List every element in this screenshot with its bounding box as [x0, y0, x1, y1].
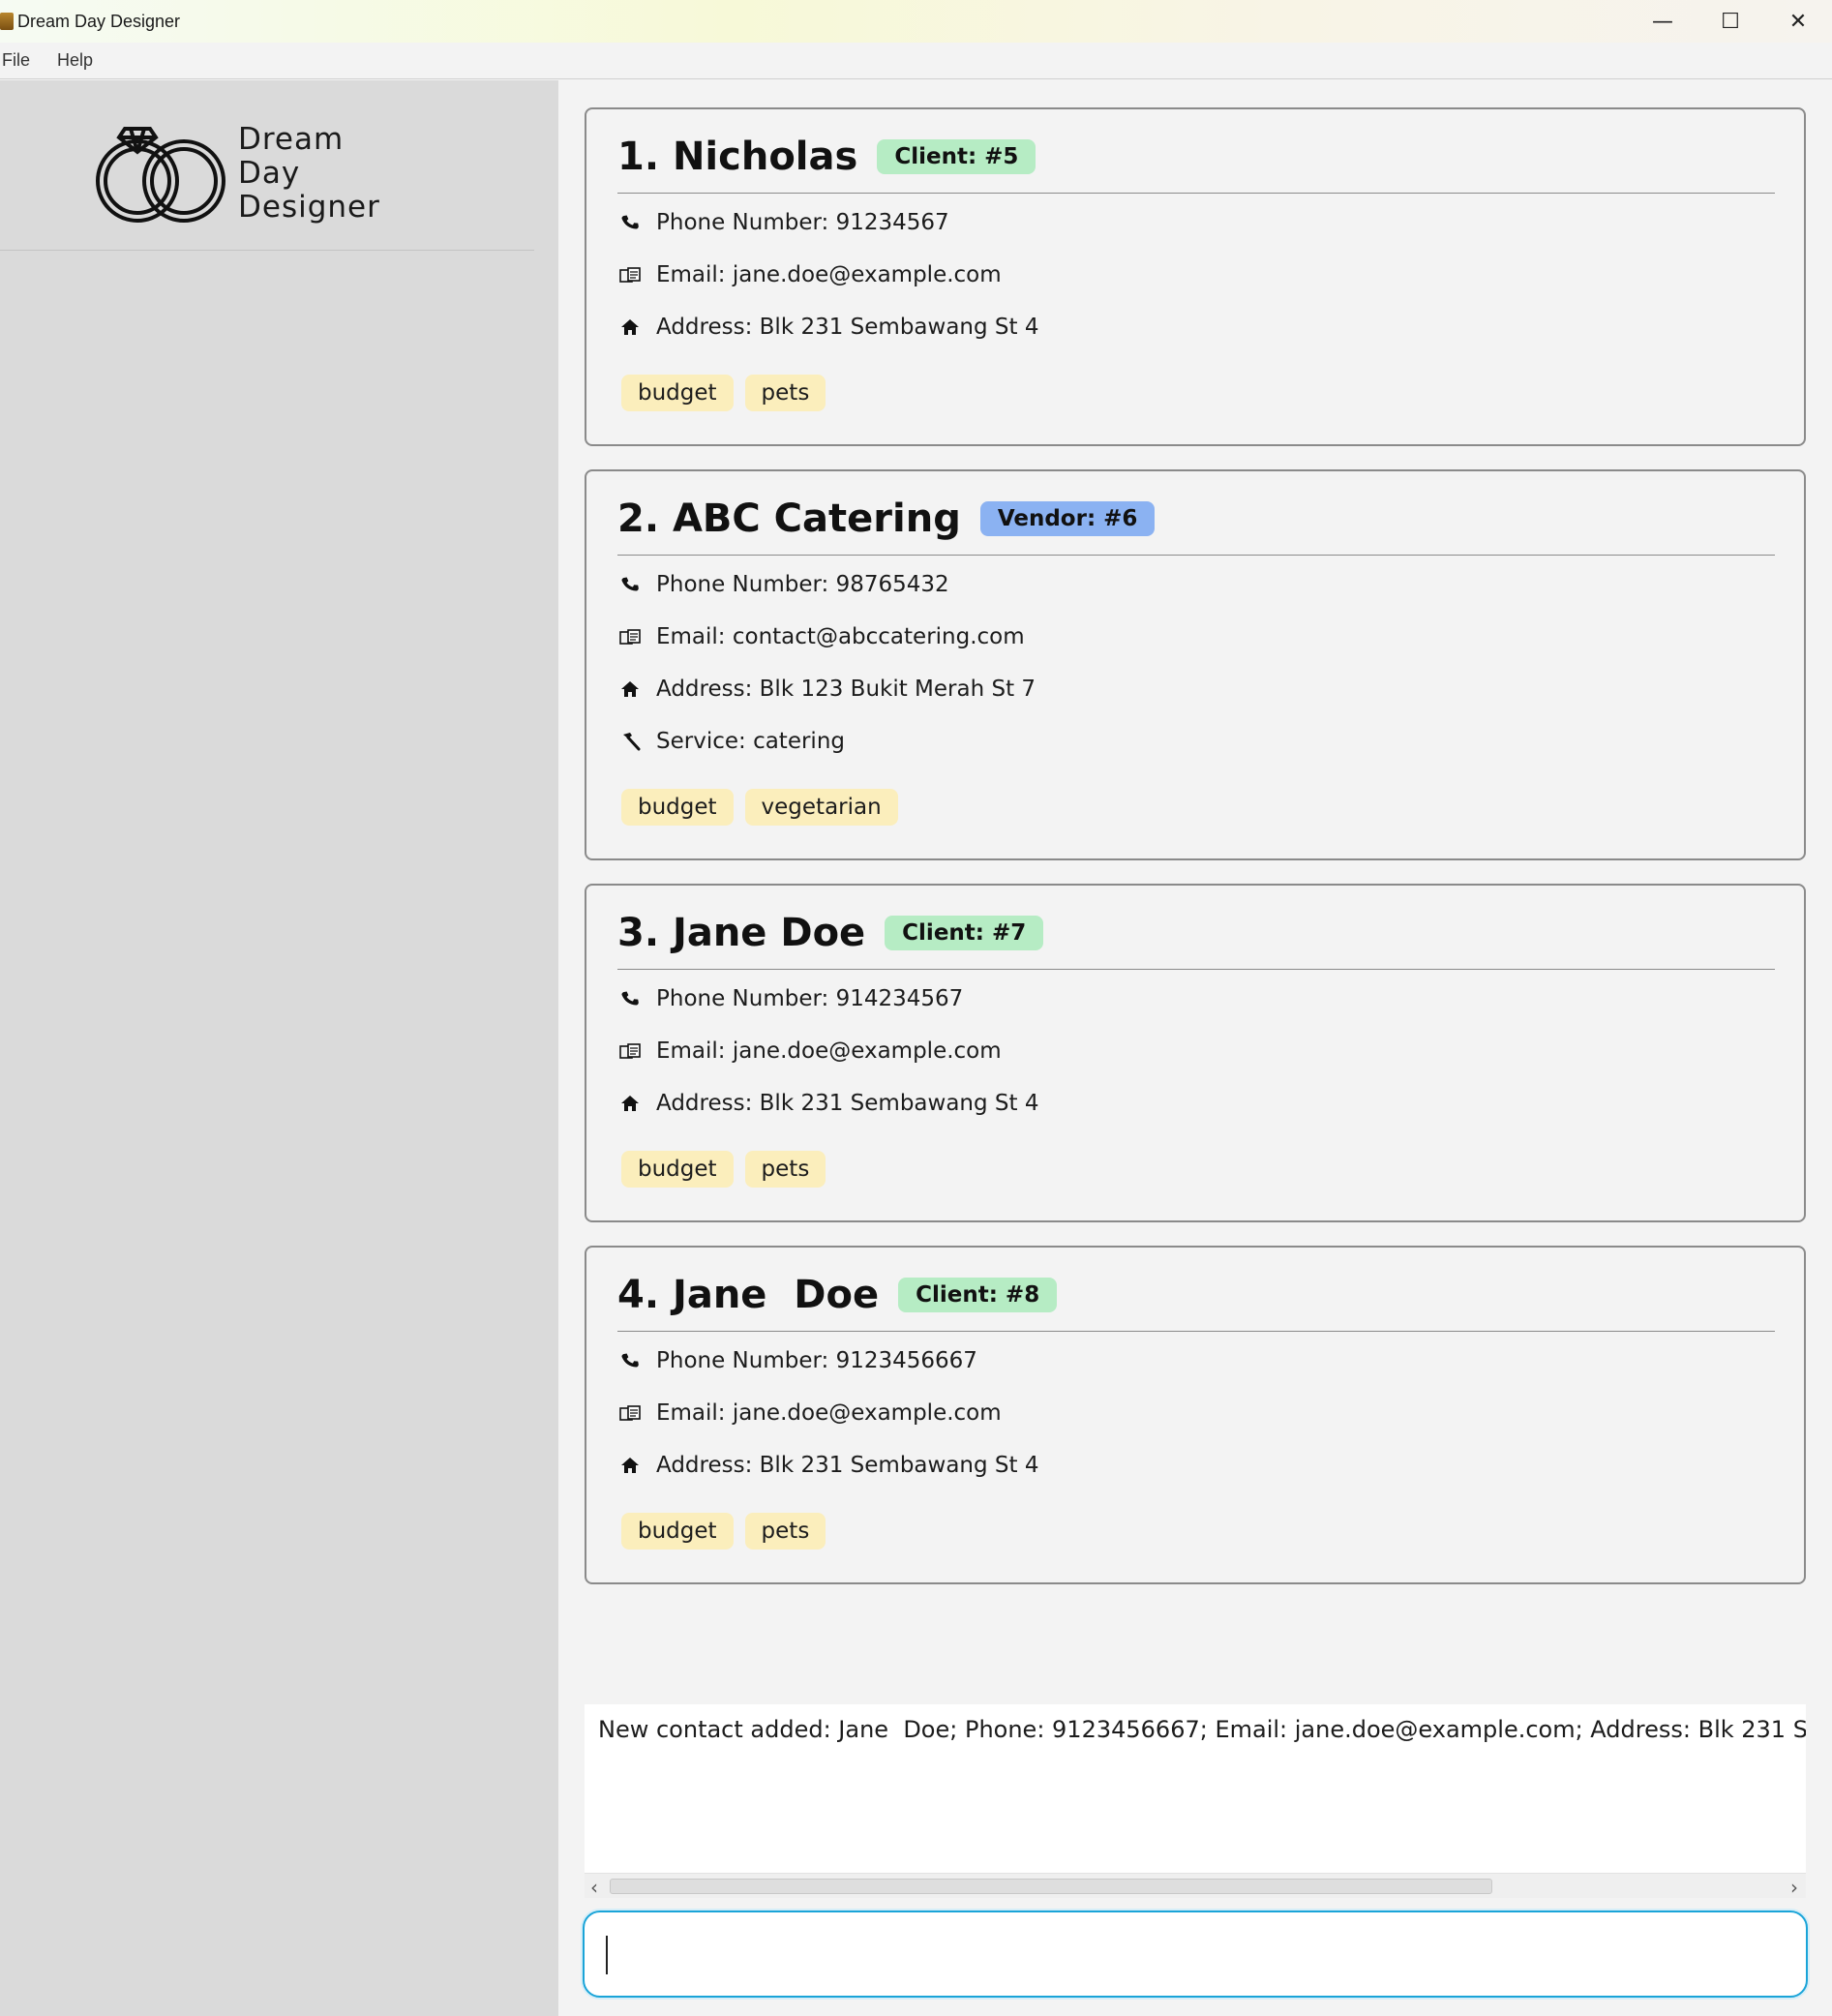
home-icon	[619, 316, 641, 338]
address-text: Address: Blk 123 Bukit Merah St 7	[656, 677, 1036, 702]
contact-name: 3. Jane Doe	[617, 911, 866, 955]
menu-help[interactable]: Help	[57, 50, 93, 71]
tag-list: budget pets	[621, 1151, 837, 1188]
scroll-right-icon[interactable]: ›	[1790, 1876, 1798, 1899]
logo-line-1: Dream	[238, 122, 345, 157]
card-header: 1. Nicholas Client: #5	[617, 135, 1036, 179]
card-divider	[617, 1331, 1775, 1332]
phone-icon	[619, 988, 641, 1009]
scroll-left-icon[interactable]: ‹	[590, 1876, 598, 1899]
phone-field: Phone Number: 914234567	[619, 986, 963, 1011]
email-field: Email: jane.doe@example.com	[619, 262, 1002, 287]
app-logo: Dream Day Designer	[95, 115, 385, 231]
rings-logo-icon	[96, 127, 225, 223]
menu-bar: File Help	[0, 43, 1832, 79]
email-text: Email: jane.doe@example.com	[656, 1038, 1002, 1064]
tag-list: budget pets	[621, 375, 837, 411]
email-icon	[619, 1040, 641, 1062]
address-field: Address: Blk 231 Sembawang St 4	[619, 1453, 1038, 1478]
phone-text: Phone Number: 914234567	[656, 986, 964, 1011]
email-text: Email: jane.doe@example.com	[656, 1400, 1002, 1426]
contact-card[interactable]: 3. Jane Doe Client: #7 Phone Number: 914…	[585, 884, 1806, 1222]
home-icon	[619, 1093, 641, 1114]
address-field: Address: Blk 231 Sembawang St 4	[619, 1091, 1038, 1116]
contact-card[interactable]: 2. ABC Catering Vendor: #6 Phone Number:…	[585, 469, 1806, 860]
tag: pets	[744, 1513, 826, 1550]
card-divider	[617, 969, 1775, 970]
email-field: Email: jane.doe@example.com	[619, 1038, 1002, 1064]
title-bar: Dream Day Designer — ☐ ✕	[0, 0, 1832, 43]
close-button[interactable]: ✕	[1764, 0, 1832, 43]
logo-line-2: Day	[238, 156, 301, 191]
phone-field: Phone Number: 98765432	[619, 572, 949, 597]
email-icon	[619, 1402, 641, 1424]
contact-card[interactable]: 1. Nicholas Client: #5 Phone Number: 912…	[585, 107, 1806, 446]
tag-list: budget pets	[621, 1513, 837, 1550]
home-icon	[619, 1455, 641, 1476]
contact-name: 1. Nicholas	[617, 135, 858, 179]
tag: budget	[621, 1151, 734, 1188]
app-icon	[0, 13, 14, 30]
address-text: Address: Blk 231 Sembawang St 4	[656, 1453, 1039, 1478]
contact-list-panel: 1. Nicholas Client: #5 Phone Number: 912…	[558, 80, 1832, 2016]
card-header: 4. Jane Doe Client: #8	[617, 1273, 1058, 1317]
phone-icon	[619, 574, 641, 595]
phone-text: Phone Number: 98765432	[656, 572, 949, 597]
contact-name: 4. Jane Doe	[617, 1273, 880, 1317]
maximize-button[interactable]: ☐	[1697, 0, 1764, 43]
card-header: 3. Jane Doe Client: #7	[617, 911, 1044, 955]
tag: pets	[744, 1151, 826, 1188]
contact-card[interactable]: 4. Jane Doe Client: #8 Phone Number: 912…	[585, 1246, 1806, 1584]
phone-icon	[619, 1350, 641, 1371]
service-text: Service: catering	[656, 729, 845, 754]
contact-name: 2. ABC Catering	[617, 496, 961, 541]
minimize-button[interactable]: —	[1629, 0, 1697, 43]
command-input[interactable]	[583, 1911, 1808, 1998]
result-display[interactable]: New contact added: Jane Doe; Phone: 9123…	[585, 1704, 1806, 1873]
card-header: 2. ABC Catering Vendor: #6	[617, 496, 1156, 541]
email-icon	[619, 626, 641, 647]
client-badge: Client: #8	[898, 1278, 1058, 1312]
sidebar-divider	[0, 250, 534, 251]
address-field: Address: Blk 123 Bukit Merah St 7	[619, 677, 1036, 702]
text-caret	[606, 1936, 608, 1974]
email-field: Email: contact@abccatering.com	[619, 624, 1025, 649]
phone-field: Phone Number: 91234567	[619, 210, 949, 235]
home-icon	[619, 678, 641, 700]
result-horizontal-scrollbar[interactable]: ‹ ›	[585, 1873, 1806, 1899]
hammer-icon	[619, 731, 641, 752]
email-field: Email: jane.doe@example.com	[619, 1400, 1002, 1426]
client-badge: Client: #7	[885, 916, 1044, 950]
tag: budget	[621, 789, 734, 826]
tag: vegetarian	[744, 789, 898, 826]
logo-text: Dream Day Designer	[238, 123, 380, 225]
address-field: Address: Blk 231 Sembawang St 4	[619, 315, 1038, 340]
sidebar: Dream Day Designer	[0, 80, 558, 2016]
email-text: Email: contact@abccatering.com	[656, 624, 1025, 649]
tag-list: budget vegetarian	[621, 789, 910, 826]
window-controls: — ☐ ✕	[1629, 0, 1832, 43]
service-field: Service: catering	[619, 729, 845, 754]
card-divider	[617, 555, 1775, 556]
client-badge: Client: #5	[877, 139, 1036, 174]
tag: pets	[744, 375, 826, 411]
phone-text: Phone Number: 9123456667	[656, 1348, 977, 1373]
email-text: Email: jane.doe@example.com	[656, 262, 1002, 287]
result-text: New contact added: Jane Doe; Phone: 9123…	[598, 1716, 1806, 1743]
logo-line-3: Designer	[238, 190, 380, 225]
phone-text: Phone Number: 91234567	[656, 210, 949, 235]
address-text: Address: Blk 231 Sembawang St 4	[656, 315, 1039, 340]
tag: budget	[621, 1513, 734, 1550]
scrollbar-thumb[interactable]	[610, 1879, 1492, 1894]
tag: budget	[621, 375, 734, 411]
address-text: Address: Blk 231 Sembawang St 4	[656, 1091, 1039, 1116]
window-title: Dream Day Designer	[17, 11, 181, 31]
card-divider	[617, 193, 1775, 194]
vendor-badge: Vendor: #6	[979, 501, 1156, 536]
menu-file[interactable]: File	[2, 50, 30, 71]
email-icon	[619, 264, 641, 286]
phone-icon	[619, 212, 641, 233]
phone-field: Phone Number: 9123456667	[619, 1348, 977, 1373]
